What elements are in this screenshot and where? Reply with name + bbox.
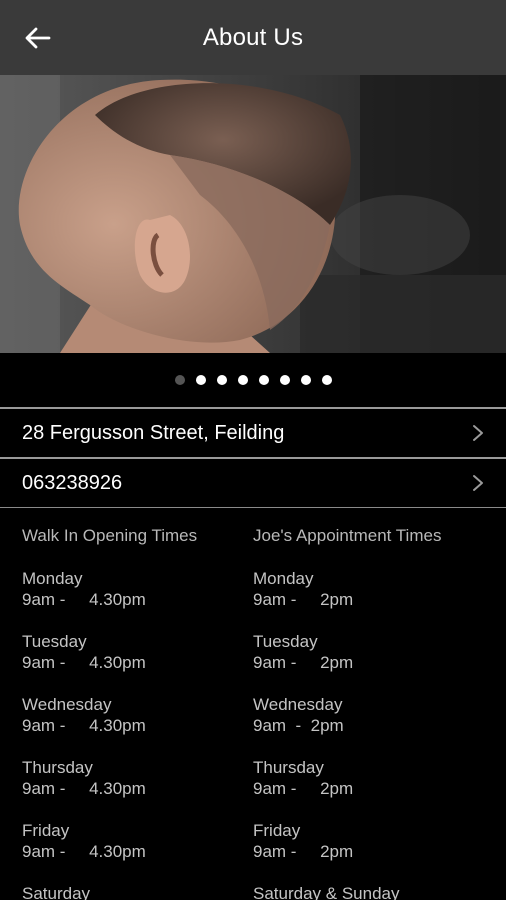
time-range: 9am - 4.30pm: [22, 842, 146, 861]
hours-item: Saturday & Sunday: [253, 883, 484, 900]
carousel-dot[interactable]: [195, 375, 206, 385]
carousel-dot[interactable]: [258, 375, 269, 385]
time-range: 9am - 2pm: [253, 842, 354, 861]
appointment-hours: Joe's Appointment Times Monday 9am - 2pm…: [253, 526, 484, 900]
hours-item: Tuesday 9am - 4.30pm: [22, 631, 253, 673]
time-range: 9am - 4.30pm: [22, 590, 146, 609]
time-range: 9am - 4.30pm: [22, 716, 146, 735]
app-header: About Us: [0, 0, 506, 75]
phone-text: 063238926: [22, 471, 123, 494]
day-label: Monday: [253, 569, 314, 588]
day-label: Monday: [22, 569, 83, 588]
day-label: Thursday: [253, 758, 324, 777]
carousel-dot[interactable]: [300, 375, 311, 385]
chevron-right-icon: [473, 425, 483, 441]
day-label: Friday: [22, 821, 70, 840]
time-range: 9am - 2pm: [253, 716, 344, 735]
address-row[interactable]: 28 Fergusson Street, Feilding: [0, 409, 506, 457]
hours-item: Thursday 9am - 2pm: [253, 757, 484, 799]
time-range: 9am - 2pm: [253, 653, 354, 672]
day-label: Saturday: [22, 884, 91, 900]
day-label: Wednesday: [253, 695, 343, 714]
carousel-dots: [0, 353, 506, 407]
time-range: 9am - 4.30pm: [22, 653, 146, 672]
about-us-screen: About Us 28 Fergusson Street, Feilding 0…: [0, 0, 506, 900]
day-label: Saturday & Sunday: [253, 884, 400, 900]
carousel-dot[interactable]: [216, 375, 227, 385]
carousel-dot[interactable]: [279, 375, 290, 385]
hours-item: Thursday 9am - 4.30pm: [22, 757, 253, 799]
appointment-heading: Joe's Appointment Times: [253, 526, 442, 545]
walk-in-heading: Walk In Opening Times: [22, 526, 198, 545]
hours-item: Saturday: [22, 883, 253, 900]
time-range: 9am - 2pm: [253, 590, 354, 609]
hours-item: Monday 9am - 2pm: [253, 568, 484, 610]
hours-item: Tuesday 9am - 2pm: [253, 631, 484, 673]
hours-item: Wednesday 9am - 2pm: [253, 694, 484, 736]
day-label: Friday: [253, 821, 301, 840]
phone-row[interactable]: 063238926: [0, 459, 506, 507]
time-range: 9am - 4.30pm: [22, 779, 146, 798]
hours-item: Monday 9am - 4.30pm: [22, 568, 253, 610]
walk-in-hours: Walk In Opening Times Monday 9am - 4.30p…: [22, 526, 253, 900]
time-range: 9am - 2pm: [253, 779, 354, 798]
day-label: Tuesday: [253, 632, 318, 651]
day-label: Tuesday: [22, 632, 87, 651]
back-button[interactable]: [18, 18, 58, 58]
hours-item: Friday 9am - 2pm: [253, 820, 484, 862]
carousel-dot[interactable]: [321, 375, 332, 385]
hours-item: Wednesday 9am - 4.30pm: [22, 694, 253, 736]
haircut-photo: [0, 75, 506, 353]
opening-hours: Walk In Opening Times Monday 9am - 4.30p…: [0, 508, 506, 900]
carousel-dot[interactable]: [237, 375, 248, 385]
arrow-left-icon: [25, 27, 51, 49]
day-label: Thursday: [22, 758, 93, 777]
chevron-right-icon: [473, 475, 483, 491]
address-text: 28 Fergusson Street, Feilding: [22, 421, 285, 444]
carousel-dot[interactable]: [174, 375, 185, 385]
page-title: About Us: [202, 23, 304, 51]
hours-item: Friday 9am - 4.30pm: [22, 820, 253, 862]
hero-photo[interactable]: [0, 75, 506, 353]
day-label: Wednesday: [22, 695, 112, 714]
